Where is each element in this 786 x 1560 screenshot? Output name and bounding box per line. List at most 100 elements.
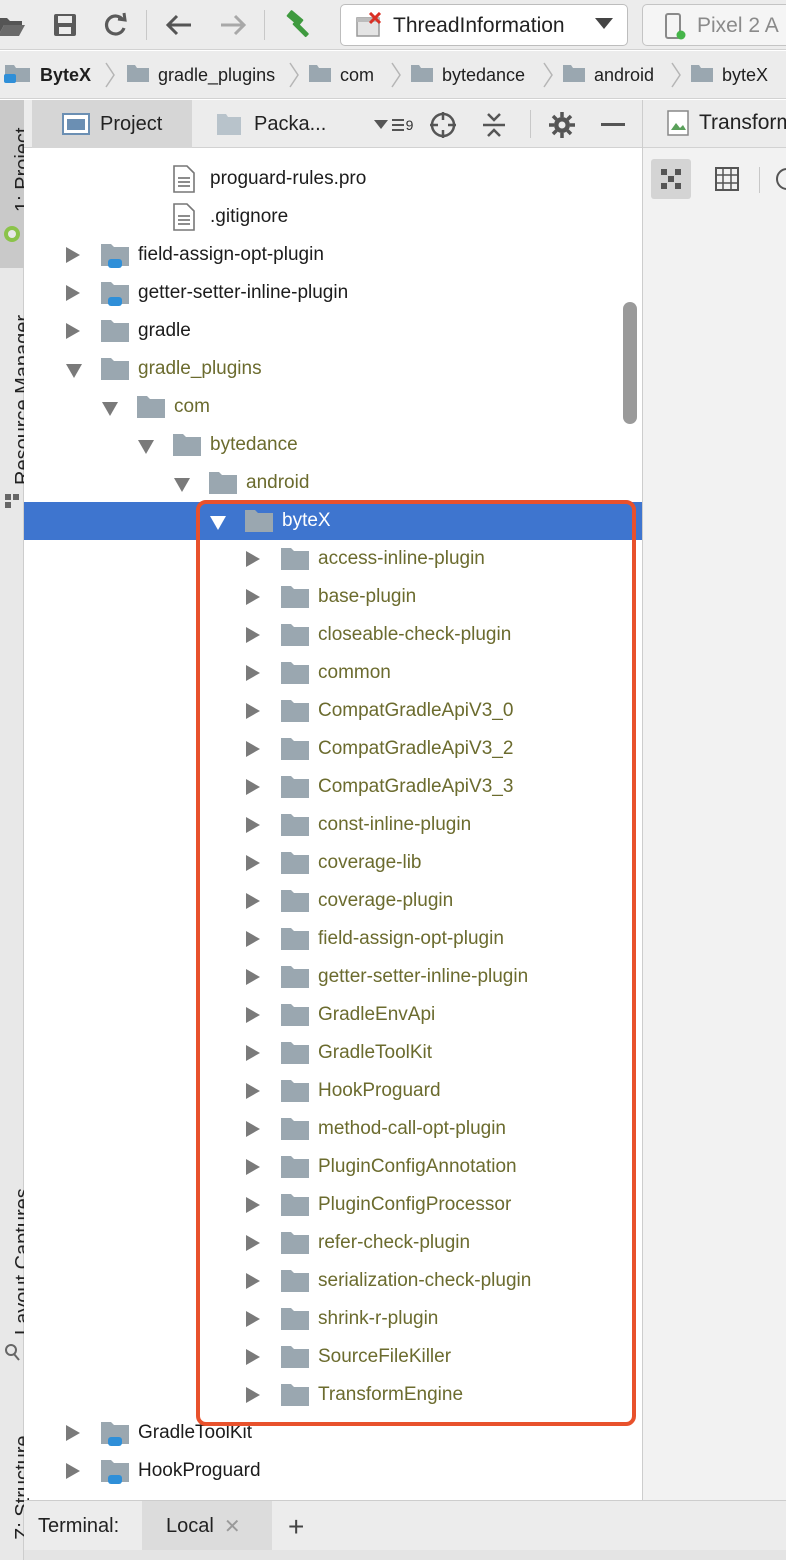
tree-row[interactable]: coverage-plugin <box>24 882 642 920</box>
close-icon[interactable]: ✕ <box>224 1514 241 1539</box>
tree-row[interactable]: field-assign-opt-plugin <box>24 236 642 274</box>
tree-row[interactable]: access-inline-plugin <box>24 540 642 578</box>
tree-row[interactable]: proguard-rules.pro <box>24 160 642 198</box>
tree-row[interactable]: HookProguard <box>24 1452 642 1490</box>
minimize-icon[interactable] <box>598 110 628 140</box>
tree-row[interactable]: CompatGradleApiV3_2 <box>24 730 642 768</box>
build-hammer-icon[interactable] <box>282 8 316 42</box>
expand-arrow-right-icon[interactable] <box>246 1349 260 1365</box>
tree-row[interactable]: base-plugin <box>24 578 642 616</box>
tree-row[interactable]: serialization-check-plugin <box>24 1262 642 1300</box>
expand-arrow-right-icon[interactable] <box>66 285 80 301</box>
back-arrow-icon[interactable] <box>162 8 196 42</box>
expand-arrow-right-icon[interactable] <box>246 1197 260 1213</box>
run-configuration-selector[interactable]: ThreadInformation <box>340 4 628 46</box>
tree-row[interactable]: shrink-r-plugin <box>24 1300 642 1338</box>
expand-arrow-right-icon[interactable] <box>246 1007 260 1023</box>
tree-row[interactable]: coverage-lib <box>24 844 642 882</box>
breadcrumb-item[interactable]: com <box>308 63 374 87</box>
expand-arrow-right-icon[interactable] <box>66 1463 80 1479</box>
tree-row[interactable]: CompatGradleApiV3_0 <box>24 692 642 730</box>
expand-arrow-right-icon[interactable] <box>246 1159 260 1175</box>
collapse-all-icon[interactable] <box>479 110 509 140</box>
expand-arrow-right-icon[interactable] <box>246 1083 260 1099</box>
expand-arrow-down-icon[interactable] <box>66 364 82 378</box>
expand-arrow-right-icon[interactable] <box>246 703 260 719</box>
tree-row[interactable]: CompatGradleApiV3_3 <box>24 768 642 806</box>
expand-arrow-right-icon[interactable] <box>246 1121 260 1137</box>
expand-arrow-right-icon[interactable] <box>246 931 260 947</box>
forward-arrow-icon[interactable] <box>216 8 250 42</box>
expand-arrow-right-icon[interactable] <box>246 969 260 985</box>
tree-row[interactable]: method-call-opt-plugin <box>24 1110 642 1148</box>
tree-row[interactable]: HookProguard <box>24 1072 642 1110</box>
expand-arrow-down-icon[interactable] <box>138 440 154 454</box>
expand-arrow-right-icon[interactable] <box>246 779 260 795</box>
tree-row[interactable]: GradleToolKit <box>24 1034 642 1072</box>
tree-row[interactable]: GradleEnvApi <box>24 996 642 1034</box>
expand-arrow-right-icon[interactable] <box>246 1387 260 1403</box>
expand-arrow-down-icon[interactable] <box>174 478 190 492</box>
gear-icon[interactable] <box>547 110 577 140</box>
tree-row[interactable]: android <box>24 464 642 502</box>
expand-arrow-right-icon[interactable] <box>246 1311 260 1327</box>
open-folder-icon[interactable] <box>0 8 28 42</box>
expand-arrow-down-icon[interactable] <box>210 516 226 530</box>
expand-arrow-right-icon[interactable] <box>246 817 260 833</box>
tab-transform[interactable]: Transform <box>667 110 786 136</box>
tree-row[interactable]: gradle_plugins <box>24 350 642 388</box>
tree-row[interactable]: common <box>24 654 642 692</box>
tree-row[interactable]: field-assign-opt-plugin <box>24 920 642 958</box>
tree-row[interactable]: SourceFileKiller <box>24 1338 642 1376</box>
expand-arrow-right-icon[interactable] <box>246 589 260 605</box>
checker-pattern-icon[interactable] <box>651 159 691 199</box>
filter-view-icon[interactable]: 9 <box>368 110 418 140</box>
expand-arrow-right-icon[interactable] <box>246 1235 260 1251</box>
tree-row[interactable]: PluginConfigAnnotation <box>24 1148 642 1186</box>
add-terminal-button[interactable]: + <box>288 1511 304 1543</box>
expand-arrow-right-icon[interactable] <box>66 1425 80 1441</box>
tree-row[interactable]: getter-setter-inline-plugin <box>24 958 642 996</box>
device-selector[interactable]: Pixel 2 A <box>642 4 786 46</box>
expand-arrow-right-icon[interactable] <box>246 1045 260 1061</box>
tree-row[interactable]: gradle <box>24 312 642 350</box>
tree-row[interactable]: TransformEngine <box>24 1376 642 1414</box>
expand-arrow-right-icon[interactable] <box>246 551 260 567</box>
expand-arrow-right-icon[interactable] <box>246 855 260 871</box>
zoom-icon[interactable] <box>767 159 786 199</box>
expand-arrow-right-icon[interactable] <box>66 323 80 339</box>
tree-row-label: coverage-lib <box>318 852 422 873</box>
sync-icon[interactable] <box>98 8 132 42</box>
expand-arrow-right-icon[interactable] <box>66 247 80 263</box>
tree-row[interactable]: PluginConfigProcessor <box>24 1186 642 1224</box>
expand-arrow-right-icon[interactable] <box>246 627 260 643</box>
expand-arrow-right-icon[interactable] <box>246 1273 260 1289</box>
tree-row[interactable]: bytedance <box>24 426 642 464</box>
tree-row[interactable]: closeable-check-plugin <box>24 616 642 654</box>
save-icon[interactable] <box>48 8 82 42</box>
grid-icon[interactable] <box>707 159 747 199</box>
expand-arrow-right-icon[interactable] <box>246 665 260 681</box>
tree-row[interactable]: com <box>24 388 642 426</box>
breadcrumb-item[interactable]: byteX <box>690 63 768 87</box>
breadcrumb-item-root[interactable]: ByteX <box>4 63 91 87</box>
tree-row[interactable]: GradleToolKit <box>24 1414 642 1452</box>
tab-packages[interactable]: Packa... <box>212 100 362 148</box>
tree-row[interactable]: refer-check-plugin <box>24 1224 642 1262</box>
expand-arrow-right-icon[interactable] <box>246 741 260 757</box>
project-tree: proguard-rules.pro .gitignore field-assign… <box>24 148 642 1498</box>
expand-arrow-down-icon[interactable] <box>102 402 118 416</box>
tree-row-selected[interactable]: byteX <box>24 502 642 540</box>
tree-row[interactable]: const-inline-plugin <box>24 806 642 844</box>
config-error-icon <box>355 11 383 45</box>
tree-row[interactable]: .gitignore <box>24 198 642 236</box>
tab-local-terminal[interactable]: Local ✕ <box>142 1501 272 1551</box>
expand-arrow-right-icon[interactable] <box>246 893 260 909</box>
breadcrumb-item[interactable]: android <box>562 63 654 87</box>
tree-row[interactable]: getter-setter-inline-plugin <box>24 274 642 312</box>
locate-target-icon[interactable] <box>428 110 458 140</box>
breadcrumb-item[interactable]: bytedance <box>410 63 525 87</box>
tree-scrollbar[interactable] <box>623 302 637 424</box>
tab-project[interactable]: Project <box>32 100 192 148</box>
breadcrumb-item[interactable]: gradle_plugins <box>126 63 275 87</box>
